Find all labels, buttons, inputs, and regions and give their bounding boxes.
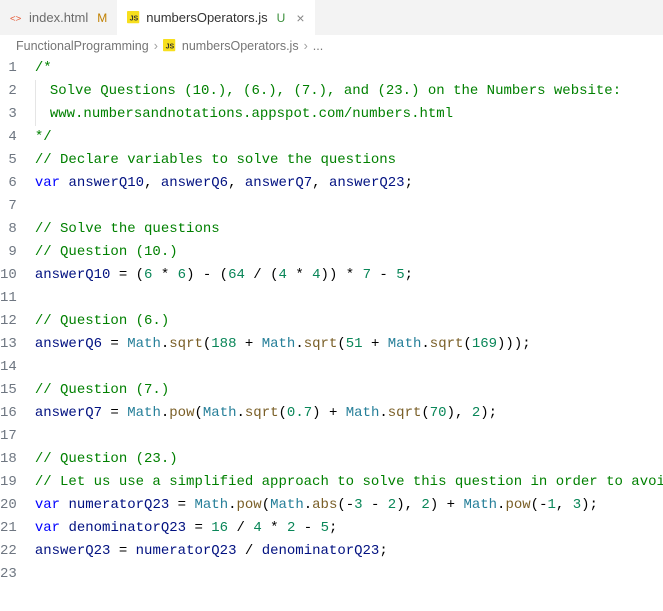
line-number: 5 <box>0 149 17 172</box>
line-number: 15 <box>0 379 17 402</box>
code-line[interactable]: // Question (6.) <box>35 310 663 333</box>
line-number: 22 <box>0 540 17 563</box>
svg-text:<>: <> <box>10 13 22 24</box>
line-number: 6 <box>0 172 17 195</box>
code-editor[interactable]: 1234567891011121314151617181920212223 /*… <box>0 57 663 586</box>
line-number: 1 <box>0 57 17 80</box>
code-line[interactable]: var numeratorQ23 = Math.pow(Math.abs(-3 … <box>35 494 663 517</box>
chevron-right-icon: › <box>154 39 158 53</box>
tab-numbers-operators[interactable]: JS numbersOperators.js U × <box>117 0 314 35</box>
code-line[interactable] <box>35 195 663 218</box>
line-number: 12 <box>0 310 17 333</box>
code-line[interactable]: var answerQ10, answerQ6, answerQ7, answe… <box>35 172 663 195</box>
breadcrumb-more[interactable]: ... <box>313 39 323 53</box>
line-number: 13 <box>0 333 17 356</box>
code-line[interactable]: answerQ23 = numeratorQ23 / denominatorQ2… <box>35 540 663 563</box>
line-number: 20 <box>0 494 17 517</box>
js-file-icon: JS <box>127 11 141 25</box>
line-number: 16 <box>0 402 17 425</box>
code-line[interactable]: // Declare variables to solve the questi… <box>35 149 663 172</box>
line-number: 23 <box>0 563 17 586</box>
code-content[interactable]: /*Solve Questions (10.), (6.), (7.), and… <box>35 57 663 586</box>
line-number: 19 <box>0 471 17 494</box>
line-number: 9 <box>0 241 17 264</box>
line-number: 11 <box>0 287 17 310</box>
code-line[interactable] <box>35 356 663 379</box>
svg-text:JS: JS <box>166 44 175 51</box>
line-number: 3 <box>0 103 17 126</box>
close-icon[interactable]: × <box>296 10 304 26</box>
html-file-icon: <> <box>10 11 24 25</box>
code-line[interactable]: // Question (7.) <box>35 379 663 402</box>
line-number: 21 <box>0 517 17 540</box>
breadcrumb[interactable]: FunctionalProgramming › JS numbersOperat… <box>0 35 663 57</box>
code-line[interactable]: www.numbersandnotations.appspot.com/numb… <box>35 103 663 126</box>
svg-text:JS: JS <box>130 15 139 22</box>
tab-bar: <> index.html M JS numbersOperators.js U… <box>0 0 663 35</box>
line-number: 2 <box>0 80 17 103</box>
line-number-gutter: 1234567891011121314151617181920212223 <box>0 57 35 586</box>
chevron-right-icon: › <box>304 39 308 53</box>
code-line[interactable]: // Question (10.) <box>35 241 663 264</box>
line-number: 10 <box>0 264 17 287</box>
code-line[interactable]: */ <box>35 126 663 149</box>
code-line[interactable]: var denominatorQ23 = 16 / 4 * 2 - 5; <box>35 517 663 540</box>
code-line[interactable]: answerQ6 = Math.sqrt(188 + Math.sqrt(51 … <box>35 333 663 356</box>
code-line[interactable]: // Let us use a simplified approach to s… <box>35 471 663 494</box>
breadcrumb-folder[interactable]: FunctionalProgramming <box>16 39 149 53</box>
js-file-icon: JS <box>163 39 177 53</box>
line-number: 4 <box>0 126 17 149</box>
tab-label: numbersOperators.js <box>146 10 267 25</box>
code-line[interactable] <box>35 425 663 448</box>
code-line[interactable]: /* <box>35 57 663 80</box>
line-number: 14 <box>0 356 17 379</box>
tab-index-html[interactable]: <> index.html M <box>0 0 117 35</box>
git-status-untracked: U <box>277 11 286 25</box>
code-line[interactable]: // Solve the questions <box>35 218 663 241</box>
breadcrumb-file[interactable]: numbersOperators.js <box>182 39 299 53</box>
code-line[interactable]: answerQ10 = (6 * 6) - (64 / (4 * 4)) * 7… <box>35 264 663 287</box>
line-number: 8 <box>0 218 17 241</box>
code-line[interactable]: // Question (23.) <box>35 448 663 471</box>
code-line[interactable]: answerQ7 = Math.pow(Math.sqrt(0.7) + Mat… <box>35 402 663 425</box>
code-line[interactable] <box>35 563 663 586</box>
code-line[interactable]: Solve Questions (10.), (6.), (7.), and (… <box>35 80 663 103</box>
git-status-modified: M <box>97 11 107 25</box>
tab-label: index.html <box>29 10 88 25</box>
line-number: 17 <box>0 425 17 448</box>
line-number: 18 <box>0 448 17 471</box>
line-number: 7 <box>0 195 17 218</box>
code-line[interactable] <box>35 287 663 310</box>
